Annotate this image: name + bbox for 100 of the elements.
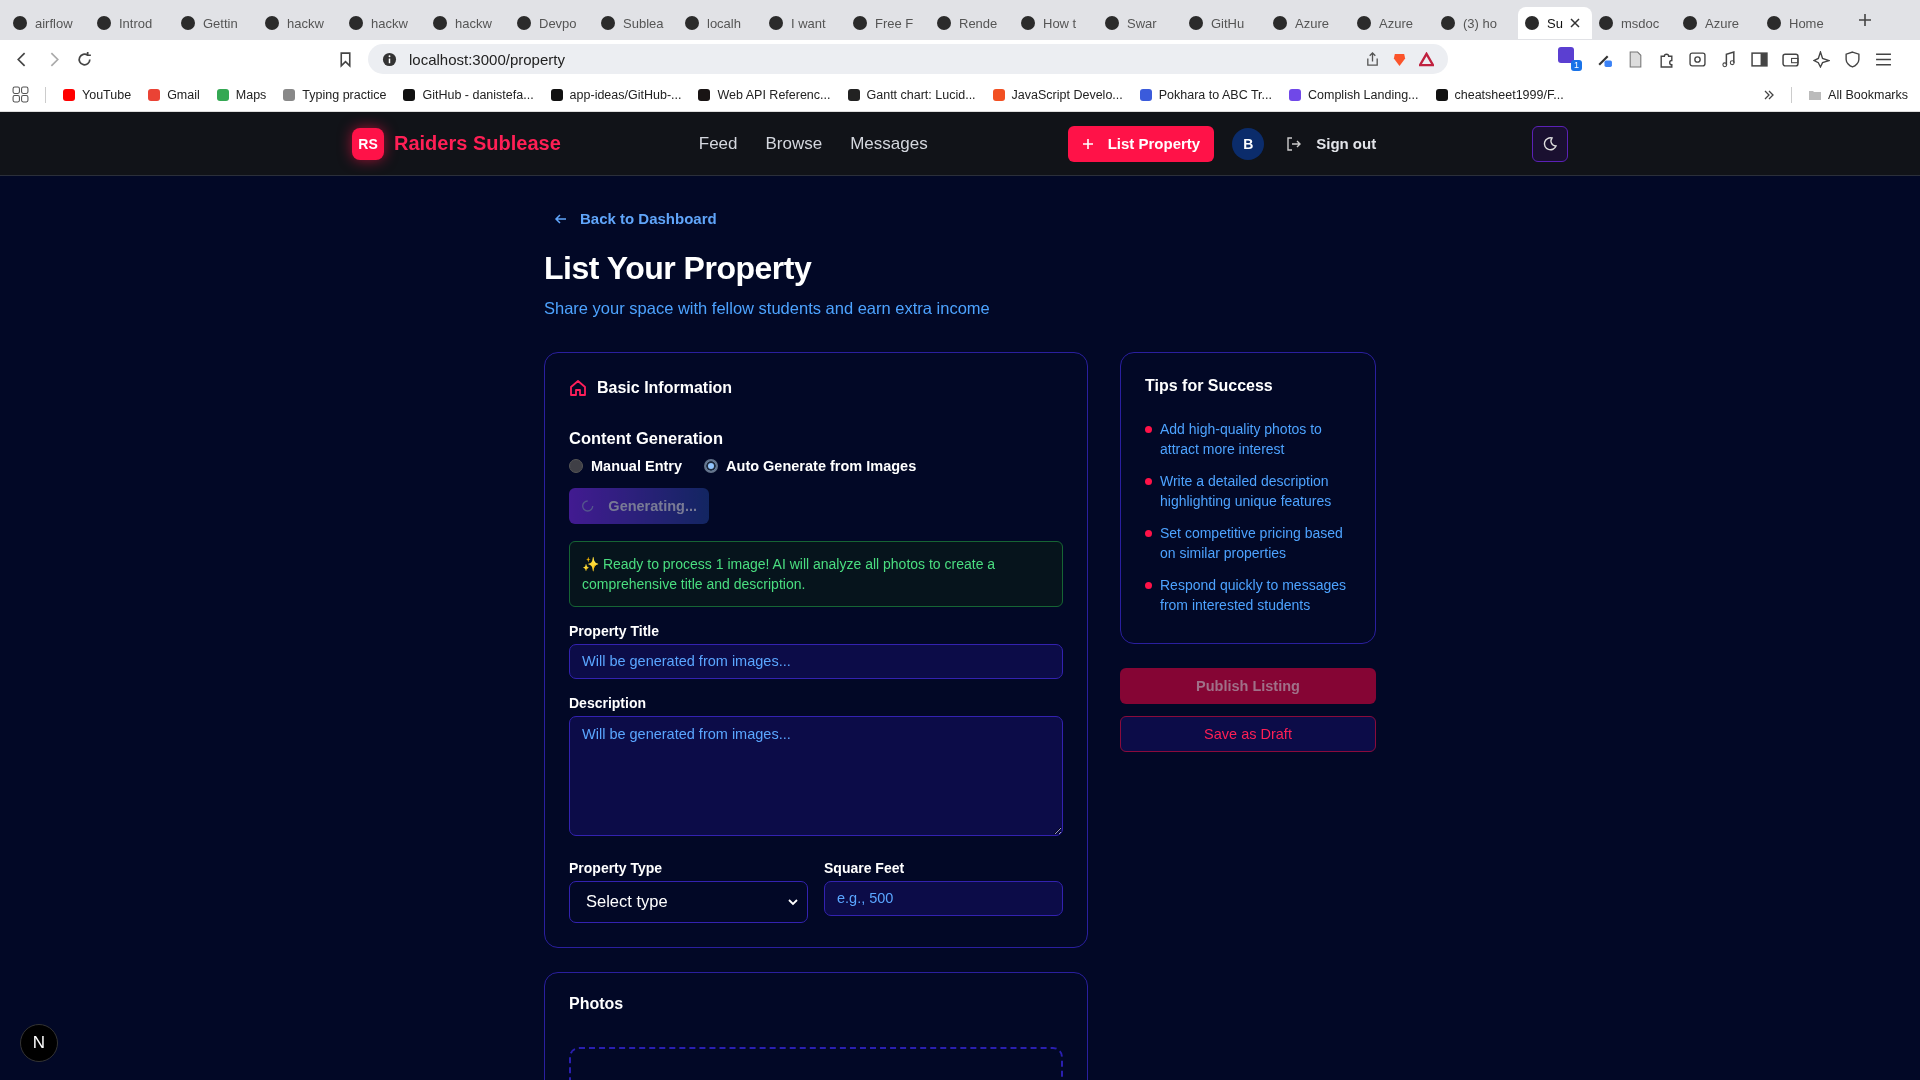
browser-tab[interactable]: Devpo [510, 7, 594, 39]
radio-option[interactable]: Manual Entry [569, 457, 683, 474]
browser-tab[interactable]: msdoc [1592, 7, 1676, 39]
menu-icon[interactable] [1875, 50, 1892, 68]
bullet-dot-icon [1145, 581, 1152, 589]
share-icon[interactable] [1365, 51, 1380, 67]
browser-tab[interactable]: Home [1760, 7, 1844, 39]
radio-button[interactable] [704, 458, 719, 473]
site-icon [264, 15, 280, 31]
close-icon[interactable] [1569, 18, 1580, 28]
site-icon [96, 15, 112, 31]
triangle-icon[interactable] [1419, 51, 1434, 67]
logo-mark[interactable]: RS [352, 127, 384, 160]
chevron-icon[interactable] [1763, 88, 1776, 101]
puzzle-icon[interactable] [1658, 50, 1675, 68]
field-label: Property Title [569, 622, 660, 639]
browser-tab[interactable]: (3) ho [1434, 7, 1518, 39]
browser-tab[interactable]: Azure [1350, 7, 1434, 39]
browser-tab[interactable]: Su [1518, 7, 1592, 39]
page-subtitle: Share your space with fellow students and earn extra income [544, 298, 991, 318]
site-icon [1356, 15, 1372, 31]
back-link[interactable]: Back to Dashboard [554, 210, 717, 227]
all-bookmarks-item[interactable]: All Bookmarks [1808, 87, 1908, 102]
bookmark-item[interactable]: Maps [215, 87, 267, 102]
document-icon[interactable] [1627, 50, 1644, 68]
bullet-dot-icon [1145, 477, 1152, 485]
new-tab-icon[interactable] [1858, 13, 1872, 27]
browser-tab[interactable]: localh [678, 7, 762, 39]
browser-tab[interactable]: How t [1014, 7, 1098, 39]
list-property-button[interactable]: List Property [1067, 125, 1215, 162]
extension-badge: 1 [1571, 60, 1582, 71]
reload-icon[interactable] [76, 50, 93, 68]
browser-tab[interactable]: airflow [6, 7, 90, 39]
section-label: Content Generation [569, 428, 724, 448]
browser-tab[interactable]: GitHu [1182, 7, 1266, 39]
site-icon [180, 15, 196, 31]
browser-tab[interactable]: Introd [90, 7, 174, 39]
bookmark-item[interactable]: Pokhara to ABC Tr... [1138, 87, 1273, 102]
spinner-icon [581, 497, 595, 514]
site-icon [1524, 15, 1540, 31]
browser-tab[interactable]: Gettin [174, 7, 258, 39]
site-icon [432, 15, 448, 31]
user-avatar[interactable]: B [1232, 127, 1265, 160]
shield-icon[interactable] [1844, 50, 1861, 68]
bullet-dot-icon [1145, 529, 1152, 537]
title-input-field[interactable]: Will be generated from images... [569, 643, 1063, 679]
bookmark-icon[interactable] [337, 50, 354, 68]
description-input-field[interactable]: Will be generated from images... [569, 715, 1063, 836]
site-icon [1598, 15, 1614, 31]
browser-tab[interactable]: Free F [846, 7, 930, 39]
browser-tab[interactable]: Azure [1676, 7, 1760, 39]
bookmark-item[interactable]: app-ideas/GitHub-... [549, 87, 682, 102]
browser-tab[interactable]: Rende [930, 7, 1014, 39]
bookmark-item[interactable]: Web API Referenc... [697, 87, 831, 102]
brand-name[interactable]: Raiders Sublease [394, 132, 561, 155]
site-icon [282, 87, 297, 102]
bookmark-item[interactable]: Typing practice [282, 87, 387, 102]
site-icon [846, 87, 861, 102]
browser-tab[interactable]: Azure [1266, 7, 1350, 39]
site-icon [348, 15, 364, 31]
tip-text: Set competitive pricing based on similar properties [1160, 523, 1344, 563]
bookmark-item[interactable]: YouTube [62, 87, 132, 102]
tip-text: Respond quickly to messages from interested students [1160, 575, 1347, 615]
sidebar-icon[interactable] [1751, 50, 1768, 68]
page-title: List Your Property [544, 249, 813, 287]
bookmark-item[interactable]: JavaScript Develo... [991, 87, 1123, 102]
browser-tab[interactable]: Swar [1098, 7, 1182, 39]
music-note-icon[interactable] [1720, 50, 1737, 68]
radio-button[interactable] [569, 458, 583, 473]
dev-tools-badge[interactable]: N [20, 1024, 58, 1062]
bookmark-item[interactable]: Gmail [147, 87, 200, 102]
site-icon [1188, 15, 1204, 31]
site-icon [1440, 15, 1456, 31]
generate-button[interactable]: Generating... [569, 487, 709, 524]
save-draft-button[interactable]: Save as Draft [1120, 715, 1376, 752]
browser-tab[interactable]: hackw [258, 7, 342, 39]
theme-toggle-button[interactable] [1532, 125, 1568, 162]
browser-tab[interactable]: Sublea [594, 7, 678, 39]
wallet-icon[interactable] [1782, 50, 1799, 68]
browser-tab[interactable]: hackw [342, 7, 426, 39]
browser-tab[interactable]: hackw [426, 7, 510, 39]
sign-out-button[interactable]: Sign out [1282, 135, 1381, 152]
card-heading: Photos [569, 994, 625, 1013]
browser-tab[interactable]: I want [762, 7, 846, 39]
sparkle-icon[interactable] [1813, 50, 1830, 68]
nav-link[interactable]: Browse [765, 133, 823, 154]
nav-link[interactable]: Messages [850, 133, 928, 154]
address-bar[interactable]: localhost:3000/property [368, 44, 1448, 74]
bookmark-item[interactable]: cheatsheet1999/F... [1434, 87, 1564, 102]
tip-text: Write a detailed description highlighting unique features [1160, 471, 1333, 511]
bookmark-item[interactable]: Gantt chart: Lucid... [846, 87, 976, 102]
bookmark-item[interactable]: Complish Landing... [1288, 87, 1419, 102]
apps-grid-icon[interactable] [12, 86, 29, 103]
square-feet-input-field[interactable]: e.g., 500 [824, 880, 1063, 916]
info-icon[interactable] [382, 51, 397, 67]
site-icon [215, 87, 230, 102]
nav-link[interactable]: Feed [698, 133, 738, 154]
bookmark-item[interactable]: GitHub - danistefa... [402, 87, 534, 102]
site-icon [1020, 15, 1036, 31]
property-type-select[interactable]: Select type [569, 880, 808, 923]
